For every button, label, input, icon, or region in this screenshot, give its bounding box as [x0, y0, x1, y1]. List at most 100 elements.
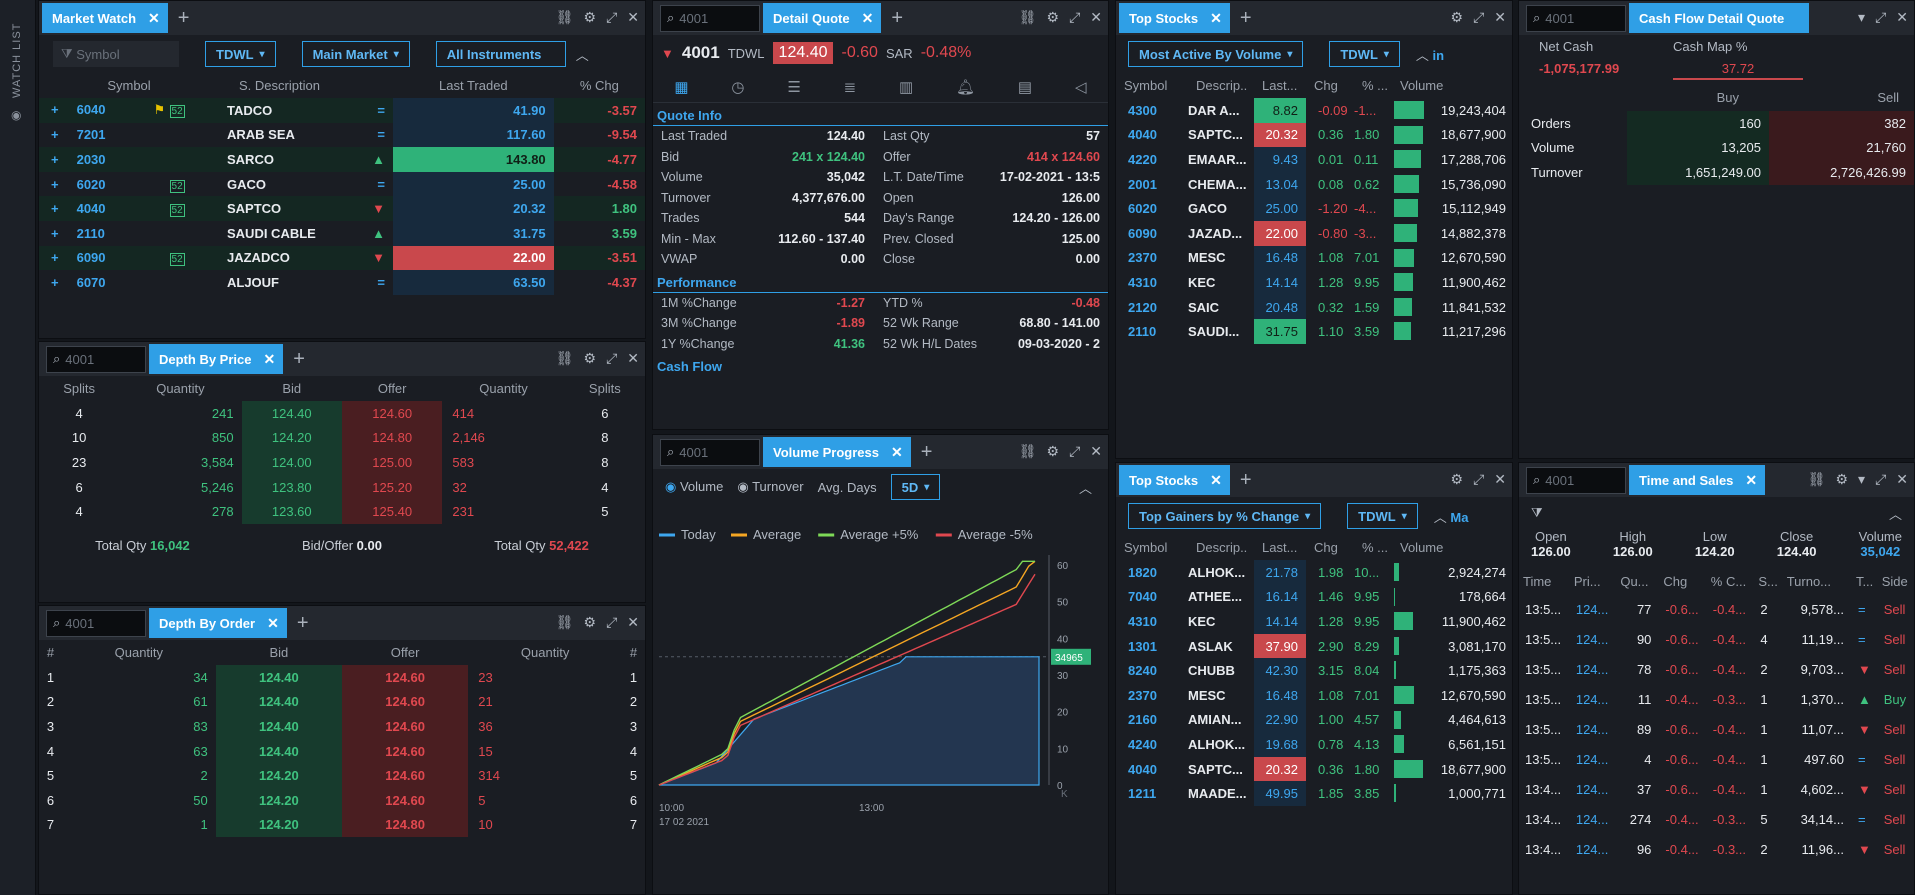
table-row[interactable]: +6040 ⚑ 52 TADCO = 41.90 -3.57: [39, 98, 645, 123]
close-icon[interactable]: ✕: [627, 350, 639, 367]
close-icon[interactable]: ✕: [627, 614, 639, 631]
gear-icon[interactable]: ⚙: [1451, 9, 1464, 26]
gear-icon[interactable]: ⚙: [584, 350, 597, 367]
add-tab-icon[interactable]: +: [921, 441, 933, 464]
col-header[interactable]: Qu...: [1616, 569, 1659, 594]
close-icon[interactable]: ✕: [1494, 471, 1506, 488]
table-row[interactable]: +2110 SAUDI CABLE ▲ 31.75 3.59: [39, 220, 645, 246]
table-row[interactable]: 13:4... 124... 96 -0.4... -0.3... 2 11,96... ▼ S…: [1519, 834, 1914, 864]
grid-icon[interactable]: ▦: [674, 78, 688, 96]
gear-icon[interactable]: ⚙: [1047, 9, 1060, 26]
collapse-icon[interactable]: ︿: [1079, 478, 1092, 497]
close-icon[interactable]: ✕: [627, 9, 639, 26]
table-row[interactable]: 7040 ATHEE... 16.14 1.46 9.95 178,664: [1116, 584, 1512, 610]
table-row[interactable]: +7201 ARAB SEA = 117.60 -9.54: [39, 122, 645, 148]
expand-icon[interactable]: ⤢: [1875, 9, 1886, 26]
table-row[interactable]: 2120 SAIC 20.48 0.32 1.59 11,841,532: [1116, 294, 1512, 320]
col-header[interactable]: Last Traded: [393, 73, 554, 98]
add-icon[interactable]: +: [51, 226, 59, 241]
col-header[interactable]: Symbol: [1116, 73, 1188, 98]
table-row[interactable]: 13:5... 124... 90 -0.6... -0.4... 4 11,19... = S…: [1519, 624, 1914, 654]
gear-icon[interactable]: ⚙: [584, 9, 597, 26]
col-header[interactable]: Last...: [1254, 535, 1306, 560]
table-row[interactable]: 4310 KEC 14.14 1.28 9.95 11,900,462: [1116, 270, 1512, 295]
close-icon[interactable]: ✕: [267, 615, 279, 632]
table-row[interactable]: +6070 ALJOUF = 63.50 -4.37: [39, 270, 645, 295]
close-icon[interactable]: ✕: [148, 10, 160, 27]
col-header[interactable]: Quantity: [119, 376, 241, 401]
chart-icon[interactable]: ▥: [899, 78, 913, 96]
col-header[interactable]: Chg: [1306, 73, 1354, 98]
symbol-search-input[interactable]: ⌕ 4001: [660, 4, 760, 32]
tab-depth-by-price[interactable]: Depth By Price ✕: [149, 344, 284, 374]
close-icon[interactable]: ✕: [1896, 471, 1908, 488]
add-icon[interactable]: +: [51, 127, 59, 142]
table-row[interactable]: 13:5... 124... 11 -0.4... -0.3... 1 1,370... ▲ B…: [1519, 684, 1914, 714]
expand-icon[interactable]: ⤢: [1069, 9, 1080, 26]
table-row[interactable]: 13:4... 124... 37 -0.6... -0.4... 1 4,602... ▼ S…: [1519, 774, 1914, 804]
col-header[interactable]: Offer: [342, 640, 468, 665]
close-icon[interactable]: ✕: [1210, 10, 1222, 27]
gear-icon[interactable]: ⚙: [1835, 471, 1848, 488]
collapse-icon[interactable]: ︿: [1889, 504, 1902, 523]
expand-icon[interactable]: ⤢: [1473, 9, 1484, 26]
volume-radio[interactable]: ◉ Volume: [665, 479, 723, 495]
exchange-dropdown[interactable]: TDWL ▾: [205, 41, 276, 67]
col-header[interactable]: Quantity: [442, 376, 564, 401]
table-row[interactable]: 23 3,584 124.00 125.00 583 8: [39, 450, 645, 475]
table-row[interactable]: 2370 MESC 16.48 1.08 7.01 12,670,590: [1116, 245, 1512, 271]
table-row[interactable]: +6090 52 JAZADCO ▼ 22.00 -3.51: [39, 245, 645, 271]
table-row[interactable]: 7 1 124.20 124.80 10 7: [39, 812, 645, 838]
exchange-dropdown[interactable]: TDWL ▾: [1347, 503, 1418, 529]
symbol-search-input[interactable]: ⌕ 4001: [46, 345, 146, 373]
tab-depth-by-order[interactable]: Depth By Order ✕: [149, 608, 287, 638]
watchlist-sidebar[interactable]: WATCH LIST ◉: [0, 0, 36, 895]
table-row[interactable]: 2001 CHEMA... 13.04 0.08 0.62 15,736,090: [1116, 171, 1512, 197]
col-header[interactable]: #: [39, 640, 62, 665]
table-row[interactable]: 13:5... 124... 77 -0.6... -0.4... 2 9,578... = S…: [1519, 594, 1914, 624]
expand-icon[interactable]: ⤢: [606, 9, 617, 26]
add-tab-icon[interactable]: +: [293, 348, 305, 371]
bell-icon[interactable]: 🔔︎: [956, 78, 975, 96]
expand-icon[interactable]: ⤢: [1875, 471, 1886, 488]
link-icon[interactable]: ⛓: [556, 614, 574, 631]
col-header[interactable]: Volume: [1392, 535, 1512, 560]
table-row[interactable]: 4310 KEC 14.14 1.28 9.95 11,900,462: [1116, 609, 1512, 634]
table-row[interactable]: 6090 JAZAD... 22.00 -0.80 -3... 14,882,378: [1116, 220, 1512, 246]
table-row[interactable]: 13:5... 124... 89 -0.6... -0.4... 1 11,07... ▼ S…: [1519, 714, 1914, 744]
list-icon[interactable]: ≣: [844, 78, 857, 96]
megaphone-icon[interactable]: ◁: [1075, 78, 1087, 96]
table-row[interactable]: 6020 GACO 25.00 -1.20 -4... 15,112,949: [1116, 196, 1512, 221]
col-header[interactable]: T...: [1852, 569, 1878, 594]
table-row[interactable]: 2160 AMIAN... 22.90 1.00 4.57 4,464,613: [1116, 707, 1512, 733]
col-header[interactable]: Quantity: [468, 640, 622, 665]
table-row[interactable]: 2370 MESC 16.48 1.08 7.01 12,670,590: [1116, 682, 1512, 708]
table-row[interactable]: 4 63 124.40 124.60 15 4: [39, 738, 645, 764]
criteria-dropdown[interactable]: Top Gainers by % Change ▾: [1128, 503, 1322, 529]
link-icon[interactable]: ⛓: [1019, 443, 1037, 460]
col-header[interactable]: S...: [1754, 569, 1782, 594]
symbol-search-input[interactable]: ⌕ 4001: [46, 609, 146, 637]
tab-top-stocks[interactable]: Top Stocks ✕: [1119, 3, 1230, 33]
col-header[interactable]: % ...: [1354, 535, 1392, 560]
tab-time-and-sales[interactable]: Time and Sales ✕: [1629, 465, 1766, 495]
col-header[interactable]: S. Description: [219, 73, 393, 98]
col-header[interactable]: Chg: [1659, 569, 1706, 594]
table-row[interactable]: 6 50 124.20 124.60 5 6: [39, 787, 645, 813]
add-icon[interactable]: +: [51, 152, 59, 167]
close-icon[interactable]: ✕: [263, 351, 275, 368]
close-icon[interactable]: ✕: [1494, 9, 1506, 26]
table-row[interactable]: 6 5,246 123.80 125.20 32 4: [39, 474, 645, 500]
table-row[interactable]: 1820 ALHOK... 21.78 1.98 10... 2,924,274: [1116, 560, 1512, 585]
close-icon[interactable]: ✕: [891, 444, 903, 461]
collapse-icon[interactable]: ︿ Ma: [1434, 507, 1469, 526]
document-icon[interactable]: ▤: [1018, 78, 1032, 96]
table-row[interactable]: +4040 52 SAPTCO ▼ 20.32 1.80: [39, 196, 645, 221]
col-header[interactable]: #: [622, 640, 645, 665]
table-row[interactable]: 2110 SAUDI... 31.75 1.10 3.59 11,217,296: [1116, 319, 1512, 344]
add-tab-icon[interactable]: +: [297, 612, 309, 635]
add-tab-icon[interactable]: +: [1240, 7, 1252, 30]
col-header[interactable]: Offer: [342, 376, 442, 401]
symbol-filter-input[interactable]: ⧩ Symbol: [53, 41, 179, 67]
add-tab-icon[interactable]: +: [1240, 469, 1252, 492]
